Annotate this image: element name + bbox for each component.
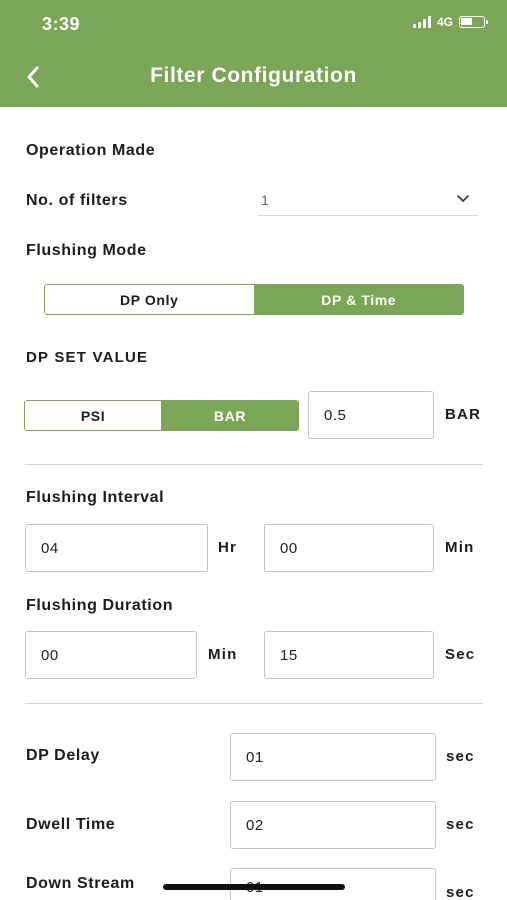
dwell-time-unit: sec (446, 816, 475, 833)
flushing-interval-minutes-input[interactable]: 00 (264, 524, 434, 572)
flushing-duration-seconds-unit: Sec (445, 646, 476, 663)
dp-delay-input[interactable]: 01 (230, 733, 436, 781)
flushing-duration-seconds-input[interactable]: 15 (264, 631, 434, 679)
flushing-interval-minutes-unit: Min (445, 539, 475, 556)
operation-mode-label: Operation Made (26, 142, 156, 159)
flushing-interval-hours-unit: Hr (218, 539, 238, 556)
flushing-interval-label: Flushing Interval (26, 489, 165, 506)
filters-select[interactable]: 1 (258, 186, 478, 216)
filters-value: 1 (261, 192, 269, 208)
home-indicator[interactable] (163, 884, 345, 890)
down-stream-unit: sec (446, 884, 475, 900)
dp-set-value-label: DP SET VALUE (26, 349, 149, 366)
app-header: 3:39 4G Filter Configuration (0, 0, 507, 107)
dp-unit-psi[interactable]: PSI (25, 401, 162, 430)
flushing-mode-toggle[interactable]: DP Only DP & Time (44, 284, 464, 315)
flushing-mode-label: Flushing Mode (26, 242, 147, 259)
down-stream-label: Down Stream (26, 875, 135, 892)
status-indicators: 4G (412, 15, 488, 29)
network-type: 4G (436, 15, 453, 29)
flushing-duration-minutes-unit: Min (208, 646, 238, 663)
page-title: Filter Configuration (150, 64, 357, 87)
dp-unit-toggle[interactable]: PSI BAR (24, 400, 299, 431)
dwell-time-input[interactable]: 02 (230, 801, 436, 849)
dp-value-input[interactable]: 0.5 (308, 391, 434, 439)
dwell-time-label: Dwell Time (26, 816, 116, 833)
flushing-mode-dp-only[interactable]: DP Only (45, 285, 255, 314)
status-time: 3:39 (42, 14, 81, 34)
filters-label: No. of filters (26, 192, 128, 209)
dp-delay-unit: sec (446, 748, 475, 765)
divider (25, 703, 483, 704)
dp-value-unit: BAR (445, 406, 482, 423)
divider (25, 464, 483, 465)
dp-delay-label: DP Delay (26, 747, 100, 764)
battery-icon (459, 16, 488, 28)
flushing-duration-minutes-input[interactable]: 00 (25, 631, 197, 679)
flushing-interval-hours-input[interactable]: 04 (25, 524, 208, 572)
dp-unit-bar[interactable]: BAR (162, 401, 298, 430)
flushing-duration-label: Flushing Duration (26, 597, 174, 614)
chevron-down-icon (457, 195, 469, 202)
flushing-mode-dp-and-time[interactable]: DP & Time (254, 285, 463, 314)
signal-icon (412, 16, 431, 28)
